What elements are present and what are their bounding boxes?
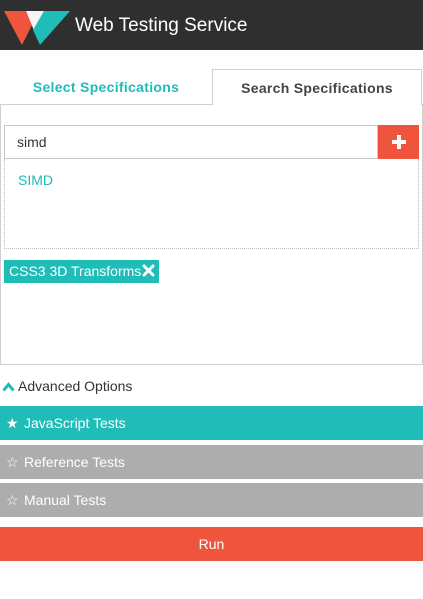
option-manual-tests[interactable]: ☆ Manual Tests — [0, 483, 423, 517]
plus-icon — [391, 135, 406, 149]
run-button[interactable]: Run — [0, 527, 423, 561]
app-header: Web Testing Service — [0, 0, 423, 50]
selected-spec-label: CSS3 3D Transforms — [9, 263, 142, 279]
star-outline-icon: ☆ — [6, 492, 19, 508]
add-specification-button[interactable] — [378, 125, 419, 159]
tab-search-specifications[interactable]: Search Specifications — [212, 69, 422, 105]
option-label: Manual Tests — [24, 492, 107, 508]
option-label: JavaScript Tests — [24, 415, 126, 431]
selected-spec-chip: CSS3 3D Transforms — [4, 260, 160, 283]
chevron-up-icon — [2, 382, 15, 392]
option-reference-tests[interactable]: ☆ Reference Tests — [0, 445, 423, 479]
option-javascript-tests[interactable]: ★ JavaScript Tests — [0, 406, 423, 440]
option-label: Reference Tests — [24, 454, 125, 470]
search-input[interactable] — [4, 125, 378, 159]
close-x-icon[interactable] — [142, 264, 155, 277]
advanced-options-toggle[interactable]: Advanced Options — [2, 377, 132, 395]
tab-select-specifications[interactable]: Select Specifications — [0, 69, 212, 105]
star-outline-icon: ☆ — [6, 454, 19, 470]
advanced-options-label: Advanced Options — [18, 378, 133, 394]
star-filled-icon: ★ — [6, 415, 19, 431]
wts-logo-icon — [4, 11, 70, 45]
app-title: Web Testing Service — [75, 15, 248, 36]
search-results-list: SIMD — [4, 159, 419, 249]
search-result-item[interactable]: SIMD — [18, 172, 53, 188]
